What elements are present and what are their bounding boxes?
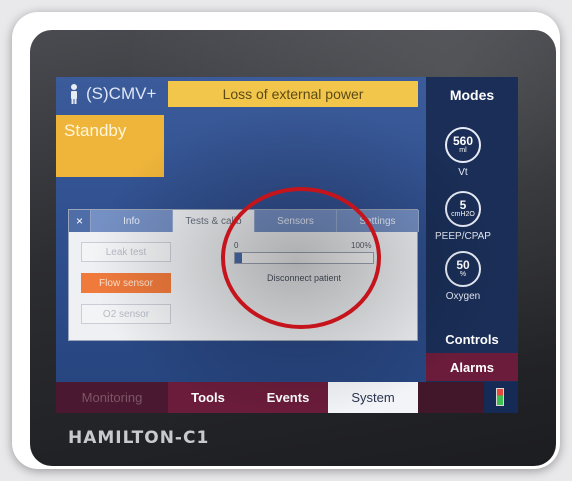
oxygen-control[interactable]: 50 % xyxy=(445,251,481,287)
leak-test-button[interactable]: Leak test xyxy=(81,242,171,262)
modes-button[interactable]: Modes xyxy=(426,81,518,109)
alarm-banner[interactable]: Loss of external power xyxy=(168,81,418,107)
patient-icon xyxy=(71,84,77,104)
alarm-silence-tab[interactable] xyxy=(418,382,484,413)
oxygen-label: Oxygen xyxy=(445,291,481,302)
tab-monitoring[interactable]: Monitoring xyxy=(56,382,168,413)
vt-control[interactable]: 560 ml xyxy=(445,127,481,163)
standby-button[interactable]: Standby xyxy=(56,115,164,177)
vt-unit: ml xyxy=(459,147,467,154)
vt-value: 560 xyxy=(452,134,474,148)
peep-unit: cmH2O xyxy=(451,211,475,218)
right-panel: Modes 560 ml Vt 5 cmH2O PEEP/CPAP 50 % O… xyxy=(426,77,518,382)
alarms-button[interactable]: Alarms xyxy=(426,353,518,381)
peep-value: 5 xyxy=(459,198,467,212)
tab-tools[interactable]: Tools xyxy=(168,382,248,413)
oxygen-value: 50 xyxy=(456,258,470,272)
oxygen-unit: % xyxy=(459,271,467,278)
o2-sensor-button[interactable]: O2 sensor xyxy=(81,304,171,324)
controls-button[interactable]: Controls xyxy=(426,325,518,353)
flow-sensor-button[interactable]: Flow sensor xyxy=(81,273,171,293)
device-brand-label: HAMILTON-C1 xyxy=(68,428,210,448)
close-icon[interactable]: × xyxy=(69,210,91,232)
ventilation-mode[interactable]: (S)CMV+ xyxy=(86,84,156,104)
annotation-circle xyxy=(221,187,381,329)
vt-label: Vt xyxy=(458,167,468,178)
tab-events[interactable]: Events xyxy=(248,382,328,413)
tab-info[interactable]: Info xyxy=(91,210,173,232)
tab-system[interactable]: System xyxy=(328,382,418,413)
peep-label: PEEP/CPAP xyxy=(435,231,491,242)
peep-control[interactable]: 5 cmH2O xyxy=(445,191,481,227)
bottom-tab-bar: Monitoring Tools Events System xyxy=(56,382,518,413)
battery-icon xyxy=(496,388,504,406)
